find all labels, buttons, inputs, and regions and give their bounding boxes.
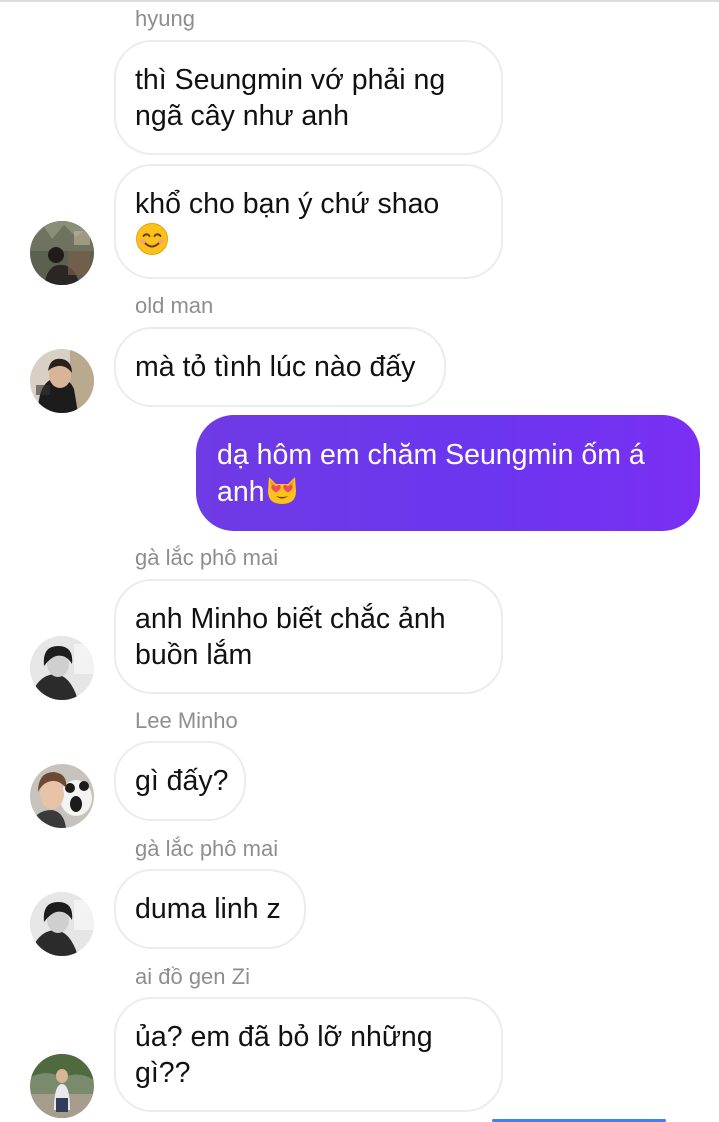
message-text: buồn lắm	[135, 639, 253, 671]
avatar[interactable]	[30, 349, 94, 413]
message-bubble[interactable]: duma linh z	[114, 869, 306, 949]
sender-name: Lee Minho	[135, 708, 238, 733]
heart-eyes-cat-emoji	[267, 477, 296, 504]
message-bubble[interactable]: anh Minho biết chắc ảnh buồn lắm	[114, 579, 503, 694]
message-bubble[interactable]: ủa? em đã bỏ lỡ những gì??	[114, 997, 503, 1112]
message-text: mà tỏ tình lúc nào đấy	[135, 351, 416, 383]
emoji-line	[135, 222, 483, 259]
top-divider	[0, 0, 719, 2]
sender-name: ai đồ gen Zi	[135, 964, 250, 989]
sender-name: hyung	[135, 6, 195, 31]
message-text: thì Seungmin vớ phải ng	[135, 64, 446, 96]
avatar[interactable]	[30, 221, 94, 285]
message-bubble[interactable]: gì đấy?	[114, 741, 246, 821]
avatar[interactable]	[30, 892, 94, 956]
message-text: ngã cây như anh	[135, 100, 349, 132]
smiling-face-emoji	[136, 223, 168, 255]
message-text: dạ hôm em chăm Seungmin ốm á	[217, 439, 645, 471]
message-text: gì đấy?	[135, 765, 229, 797]
avatar[interactable]	[30, 764, 94, 828]
message-bubble[interactable]: khổ cho bạn ý chứ shao	[114, 164, 503, 279]
sender-name: gà lắc phô mai	[135, 545, 279, 570]
message-text: khổ cho bạn ý chứ shao	[135, 188, 440, 220]
message-text: ủa? em đã bỏ lỡ những	[135, 1021, 433, 1053]
sender-name: old man	[135, 293, 214, 318]
sender-name: gà lắc phô mai	[135, 836, 279, 861]
avatar[interactable]	[30, 636, 94, 700]
message-text: anh Minho biết chắc ảnh	[135, 603, 446, 635]
message-text: anh	[217, 476, 265, 508]
outgoing-message-bubble[interactable]: dạ hôm em chăm Seungmin ốm á anh	[196, 415, 700, 531]
message-bubble[interactable]: mà tỏ tình lúc nào đấy	[114, 327, 446, 407]
message-text-line: anh	[217, 473, 680, 510]
message-text: gì??	[135, 1057, 191, 1089]
avatar[interactable]	[30, 1054, 94, 1118]
message-bubble[interactable]: thì Seungmin vớ phải ng ngã cây như anh	[114, 40, 503, 155]
message-text: duma linh z	[135, 893, 281, 925]
